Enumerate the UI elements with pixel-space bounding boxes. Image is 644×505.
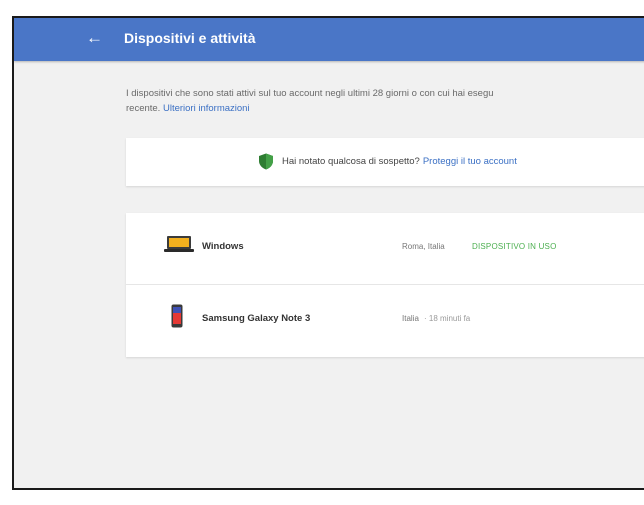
device-status: DISPOSITIVO IN USO bbox=[472, 242, 557, 251]
shield-icon bbox=[259, 153, 273, 170]
description: I dispositivi che sono stati attivi sul … bbox=[126, 86, 644, 116]
device-name: Windows bbox=[202, 241, 244, 252]
device-location: Roma, Italia bbox=[402, 242, 445, 251]
device-row-windows[interactable]: Windows Roma, Italia DISPOSITIVO IN USO bbox=[126, 213, 644, 285]
device-location: Italia bbox=[402, 314, 419, 323]
laptop-icon bbox=[164, 236, 194, 252]
phone-icon bbox=[171, 304, 183, 328]
description-end: recente. bbox=[126, 103, 161, 114]
description-line-2: recente. Ulteriori informazioni bbox=[126, 101, 644, 116]
learn-more-link[interactable]: Ulteriori informazioni bbox=[163, 103, 250, 114]
device-last-active: · 18 minuti fa bbox=[424, 314, 471, 323]
suspicious-row: Hai notato qualcosa di sospetto? Protegg… bbox=[258, 153, 517, 170]
device-row-samsung[interactable]: Samsung Galaxy Note 3 Italia bbox=[126, 285, 644, 356]
devices-list: Windows Roma, Italia DISPOSITIVO IN USO … bbox=[126, 213, 644, 357]
protect-account-link[interactable]: Proteggi il tuo account bbox=[423, 156, 517, 167]
page-title: Dispositivi e attività bbox=[124, 30, 256, 46]
app-bar: ← Dispositivi e attività bbox=[14, 18, 644, 61]
suspicious-activity-card: Hai notato qualcosa di sospetto? Protegg… bbox=[126, 138, 644, 186]
suspicious-question: Hai notato qualcosa di sospetto? bbox=[282, 156, 420, 167]
back-arrow-icon[interactable]: ← bbox=[86, 26, 106, 50]
description-line: I dispositivi che sono stati attivi sul … bbox=[126, 88, 494, 99]
screen: ← Dispositivi e attività I dispositivi c… bbox=[12, 16, 644, 490]
device-name: Samsung Galaxy Note 3 bbox=[202, 313, 311, 324]
